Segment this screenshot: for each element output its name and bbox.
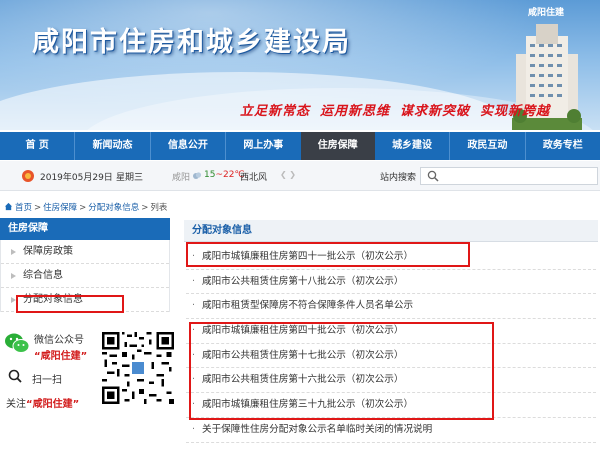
- scan-text: 扫一扫: [32, 375, 62, 386]
- search-label: 站内搜索: [380, 173, 417, 183]
- article-link[interactable]: 咸阳市公共租赁住房第十八批公示（初次公示）: [186, 270, 596, 295]
- sidebar-heading: 住房保障: [0, 218, 170, 240]
- breadcrumb-housing[interactable]: 住房保障: [43, 203, 77, 213]
- slogan-4: 实现新跨越: [480, 104, 551, 119]
- sidebar-item-policy[interactable]: 保障房政策: [1, 240, 169, 264]
- follow-account-name: “咸阳住建”: [26, 399, 80, 410]
- nav-online-service[interactable]: 网上办事: [226, 132, 300, 160]
- article-link[interactable]: 咸阳市租赁型保障房不符合保障条件人员名单公示: [186, 294, 596, 320]
- search-input[interactable]: [420, 167, 598, 185]
- weather-city: 咸阳: [172, 173, 191, 183]
- scan-icon: [8, 369, 22, 383]
- breadcrumb-separator: >: [34, 203, 42, 213]
- search-icon[interactable]: [427, 170, 439, 182]
- weather-temp: 15~22℃: [204, 170, 245, 180]
- wechat-icon: [5, 333, 30, 353]
- sidebar-item-general-info[interactable]: 综合信息: [1, 264, 169, 288]
- highlight-box: [186, 242, 470, 267]
- header-banner: 咸阳住建 咸阳市住房和城乡建设局 立足新常态 运用新思维 谋求新突破 实现新跨越: [0, 0, 600, 130]
- current-weekday: 星期三: [116, 173, 144, 183]
- info-bar: 2019年05月29日 星期三 咸阳 15~22℃ 西北风 ❮ ❯ 站内搜索: [0, 161, 600, 191]
- follow-text: 关注“咸阳住建”: [6, 395, 79, 410]
- home-icon: [4, 202, 13, 211]
- nav-urban-rural[interactable]: 城乡建设: [375, 132, 449, 160]
- current-date: 2019年05月29日: [40, 173, 113, 183]
- wechat-label: 微信公众号: [34, 335, 84, 346]
- cloud-icon: [193, 172, 202, 179]
- slogan-2: 运用新思维: [320, 104, 391, 119]
- main-nav: 首 页 新闻动态 信息公开 网上办事 住房保障 城乡建设 政民互动 政务专栏: [0, 132, 600, 160]
- breadcrumb: 首页 > 住房保障 > 分配对象信息 > 列表: [4, 201, 167, 213]
- breadcrumb-separator: >: [141, 203, 149, 213]
- nav-info-public[interactable]: 信息公开: [151, 132, 225, 160]
- breadcrumb-current: 列表: [150, 203, 168, 213]
- content-heading: 分配对象信息: [184, 220, 598, 242]
- follow-prefix: 关注: [6, 399, 26, 410]
- nav-gov-column[interactable]: 政务专栏: [526, 132, 600, 160]
- site-title: 咸阳市住房和城乡建设局: [32, 27, 351, 58]
- article-link[interactable]: 关于保障性住房分配对象公示名单临时关闭的情况说明: [186, 418, 596, 443]
- banner-slogan: 立足新常态 运用新思维 谋求新突破 实现新跨越: [240, 100, 560, 119]
- logo-text: 咸阳住建: [528, 8, 565, 18]
- nav-home[interactable]: 首 页: [0, 132, 74, 160]
- nav-news[interactable]: 新闻动态: [75, 132, 149, 160]
- highlight-box: [189, 322, 494, 420]
- slogan-1: 立足新常态: [240, 104, 311, 119]
- breadcrumb-separator: >: [79, 203, 87, 213]
- qr-code: [102, 332, 174, 404]
- slogan-3: 谋求新突破: [400, 104, 471, 119]
- breadcrumb-home[interactable]: 首页: [15, 203, 32, 213]
- nav-interaction[interactable]: 政民互动: [450, 132, 524, 160]
- wechat-account-name: “咸阳住建”: [34, 351, 88, 362]
- temp-low: 15: [204, 170, 216, 180]
- breadcrumb-allocation[interactable]: 分配对象信息: [88, 203, 139, 213]
- calendar-icon: [22, 170, 34, 182]
- weather-arrows-icon[interactable]: ❮ ❯: [280, 170, 296, 179]
- nav-housing-security[interactable]: 住房保障: [300, 132, 375, 160]
- weather-wind: 西北风: [240, 173, 268, 183]
- highlight-box: [16, 295, 124, 313]
